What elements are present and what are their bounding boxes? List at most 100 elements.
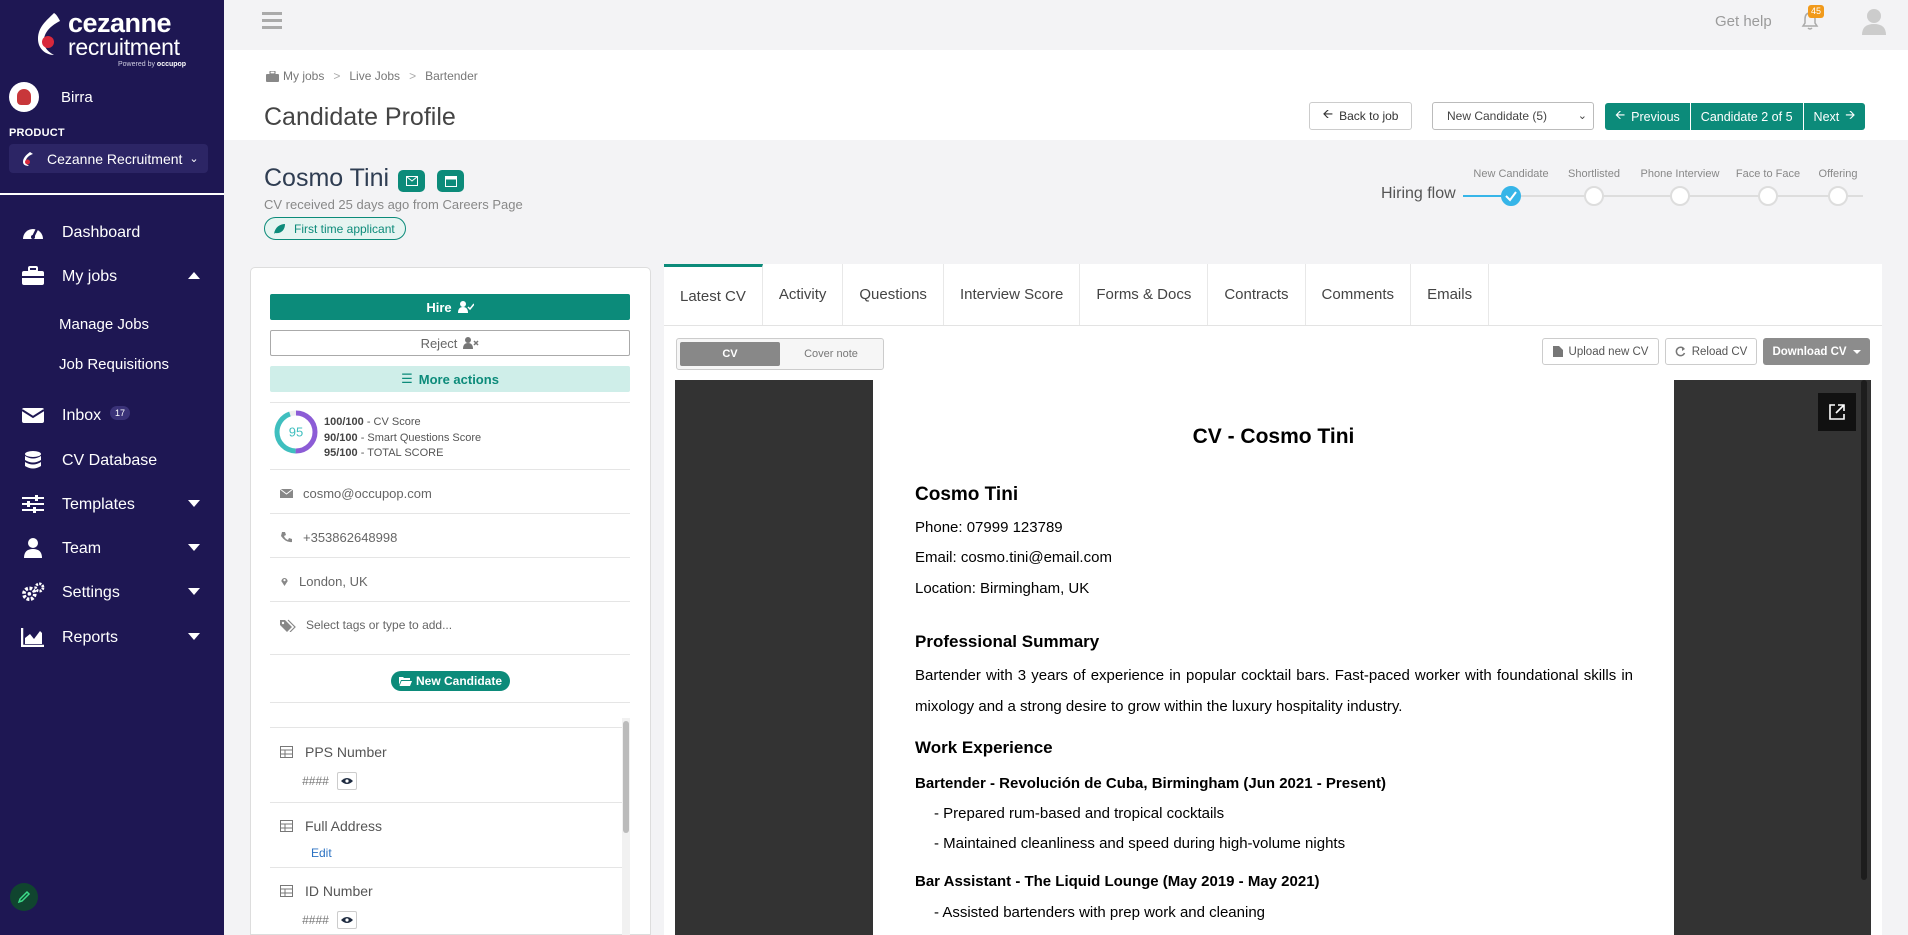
candidate-navigation: 🡨 Previous Candidate 2 of 5 Next 🡪 bbox=[1605, 103, 1866, 130]
pencil-icon bbox=[17, 890, 31, 904]
sidebar-item-dashboard[interactable]: Dashboard bbox=[0, 214, 224, 250]
tab-forms-docs[interactable]: Forms & Docs bbox=[1080, 264, 1209, 325]
arrow-left-icon: 🡨 bbox=[1322, 106, 1334, 121]
tab-interview-score[interactable]: Interview Score bbox=[944, 264, 1081, 325]
sidebar-item-label: Templates bbox=[62, 496, 135, 513]
cv-score-line: 100/100 - CV Score bbox=[324, 416, 421, 428]
hire-button[interactable]: Hire bbox=[270, 294, 630, 320]
get-help-link[interactable]: Get help bbox=[1715, 13, 1772, 30]
candidate-location: London, UK bbox=[280, 574, 368, 589]
powered-by: Powered by occupop bbox=[118, 61, 187, 68]
sidebar-item-label: Settings bbox=[62, 584, 120, 601]
sidebar-item-cv-database[interactable]: CV Database bbox=[0, 442, 224, 478]
candidate-phone[interactable]: +353862648998 bbox=[280, 530, 397, 545]
back-to-job-button[interactable]: 🡨 Back to job bbox=[1309, 102, 1412, 130]
caret-down-icon bbox=[188, 544, 200, 551]
cv-viewer-scrollbar[interactable] bbox=[1861, 380, 1867, 880]
tab-contracts[interactable]: Contracts bbox=[1208, 264, 1306, 325]
breadcrumb-live-jobs[interactable]: Live Jobs bbox=[349, 69, 400, 83]
detail-tabs: Latest CV Activity Questions Interview S… bbox=[664, 264, 1490, 325]
tags-placeholder: Select tags or type to add... bbox=[306, 618, 453, 632]
custom-field-label: ID Number bbox=[305, 883, 373, 899]
hamburger-menu-icon[interactable] bbox=[262, 12, 282, 32]
cezanne-logo[interactable]: cezanne recruitment Powered by occupop bbox=[32, 8, 192, 68]
hiring-step-new-candidate[interactable] bbox=[1501, 186, 1521, 206]
hiring-step-label: Face to Face bbox=[1735, 168, 1801, 180]
calendar-icon bbox=[444, 176, 457, 187]
email-candidate-button[interactable] bbox=[398, 170, 425, 192]
hiring-step-label: Offering bbox=[1818, 168, 1858, 180]
toggle-cv[interactable]: CV bbox=[680, 342, 780, 366]
next-candidate-button[interactable]: Next 🡪 bbox=[1804, 103, 1866, 130]
open-in-new-window-button[interactable] bbox=[1818, 393, 1856, 431]
divider bbox=[270, 469, 630, 470]
breadcrumb-separator: > bbox=[409, 69, 417, 83]
breadcrumb-current[interactable]: Bartender bbox=[425, 69, 478, 83]
divider bbox=[270, 601, 630, 602]
sidebar-item-settings[interactable]: Settings bbox=[0, 574, 224, 610]
sidebar-item-team[interactable]: Team bbox=[0, 530, 224, 566]
candidate-phone-text: +353862648998 bbox=[303, 530, 398, 545]
more-actions-button[interactable]: ☰ More actions bbox=[270, 366, 630, 392]
phone-icon bbox=[281, 532, 292, 543]
account-switcher[interactable]: Birra bbox=[9, 82, 93, 112]
reload-cv-button[interactable]: Reload CV bbox=[1665, 338, 1757, 365]
tab-comments[interactable]: Comments bbox=[1306, 264, 1412, 325]
caret-down-icon bbox=[188, 500, 200, 507]
product-select[interactable]: Cezanne Recruitment ⌄ bbox=[9, 144, 208, 173]
cv-experience-heading: Work Experience bbox=[915, 738, 1053, 757]
cv-location: Location: Birmingham, UK bbox=[915, 580, 1090, 597]
envelope-icon bbox=[280, 488, 293, 498]
tags-input[interactable]: Select tags or type to add... bbox=[280, 618, 452, 632]
hiring-step-phone-interview[interactable] bbox=[1670, 186, 1690, 206]
reveal-value-button[interactable] bbox=[336, 911, 357, 929]
tab-activity[interactable]: Activity bbox=[763, 264, 844, 325]
total-score-line: 95/100 - TOTAL SCORE bbox=[324, 447, 444, 459]
cv-job-title: Bar Assistant - The Liquid Lounge (May 2… bbox=[915, 873, 1320, 890]
sidebar-item-my-jobs[interactable]: My jobs bbox=[0, 258, 224, 294]
stage-pill-label: New Candidate bbox=[416, 674, 503, 688]
notification-count-badge: 45 bbox=[1808, 5, 1825, 18]
divider bbox=[270, 867, 622, 868]
panel-scrollbar-thumb[interactable] bbox=[623, 721, 629, 833]
more-actions-label: More actions bbox=[418, 371, 499, 387]
cv-phone: Phone: 07999 123789 bbox=[915, 519, 1063, 536]
tab-divider bbox=[664, 325, 1882, 326]
divider bbox=[270, 702, 630, 703]
sidebar-subitem-manage-jobs[interactable]: Manage Jobs bbox=[59, 316, 149, 333]
edit-full-address-link[interactable]: Edit bbox=[311, 846, 332, 860]
previous-candidate-button[interactable]: 🡨 Previous bbox=[1605, 103, 1690, 130]
file-icon bbox=[1552, 346, 1563, 357]
edit-fab-button[interactable] bbox=[10, 883, 38, 911]
cezanne-logo-mark-icon bbox=[38, 13, 60, 55]
hiring-step-offering[interactable] bbox=[1828, 186, 1848, 206]
sidebar-item-reports[interactable]: Reports bbox=[0, 619, 224, 655]
schedule-interview-button[interactable] bbox=[437, 170, 464, 192]
reveal-value-button[interactable] bbox=[336, 772, 357, 790]
custom-field-label: Full Address bbox=[305, 818, 383, 834]
page-title: Candidate Profile bbox=[264, 103, 456, 131]
download-cv-button[interactable]: Download CV bbox=[1763, 338, 1870, 365]
sidebar-item-templates[interactable]: Templates bbox=[0, 486, 224, 522]
map-marker-icon bbox=[281, 578, 288, 586]
candidate-email[interactable]: cosmo@occupop.com bbox=[280, 486, 432, 501]
tab-emails[interactable]: Emails bbox=[1411, 264, 1490, 325]
briefcase-icon bbox=[266, 70, 279, 82]
sidebar-divider bbox=[0, 193, 224, 195]
hiring-step-face-to-face[interactable] bbox=[1758, 186, 1778, 206]
external-link-icon bbox=[1829, 404, 1845, 420]
breadcrumb-my-jobs[interactable]: My jobs bbox=[283, 69, 324, 83]
upload-cv-button[interactable]: Upload new CV bbox=[1542, 338, 1659, 365]
custom-field-id-number: ID Number #### bbox=[280, 883, 373, 929]
sidebar-subitem-job-requisitions[interactable]: Job Requisitions bbox=[59, 356, 169, 373]
reject-button[interactable]: Reject bbox=[270, 330, 630, 356]
list-icon: ☰ bbox=[401, 371, 413, 386]
stage-pill[interactable]: New Candidate bbox=[391, 671, 511, 691]
stage-select[interactable]: New Candidate (5) ⌄ bbox=[1432, 102, 1594, 130]
hiring-step-shortlisted[interactable] bbox=[1584, 186, 1604, 206]
tab-latest-cv[interactable]: Latest CV bbox=[664, 264, 763, 325]
toggle-cover-note[interactable]: Cover note bbox=[781, 342, 881, 366]
caret-down-icon bbox=[188, 633, 200, 640]
user-avatar-icon[interactable] bbox=[1861, 7, 1887, 35]
tab-questions[interactable]: Questions bbox=[843, 264, 944, 325]
